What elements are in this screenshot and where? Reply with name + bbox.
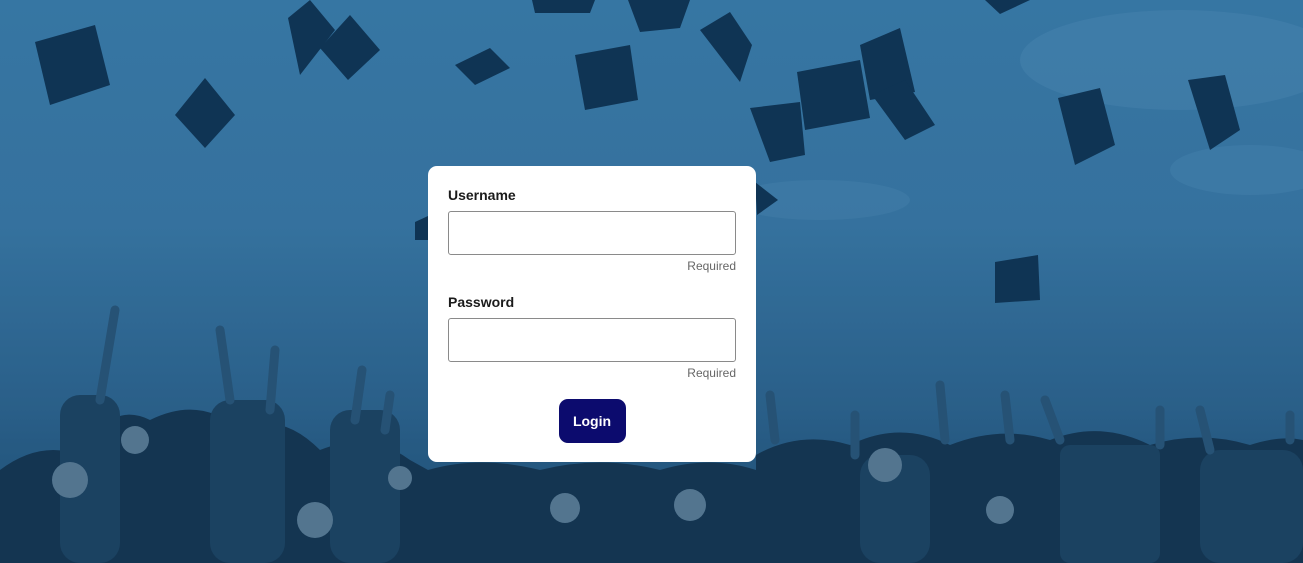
username-required-hint: Required xyxy=(687,259,736,273)
login-card: Username Required Password Required Logi… xyxy=(428,166,756,462)
password-input[interactable] xyxy=(448,318,736,362)
login-button[interactable]: Login xyxy=(558,399,626,443)
password-required-hint: Required xyxy=(687,366,736,380)
username-input[interactable] xyxy=(448,211,736,255)
password-label: Password xyxy=(448,294,515,310)
username-label: Username xyxy=(448,187,516,203)
login-page: Username Required Password Required Logi… xyxy=(0,0,1303,563)
password-group: Password Required xyxy=(448,293,736,380)
